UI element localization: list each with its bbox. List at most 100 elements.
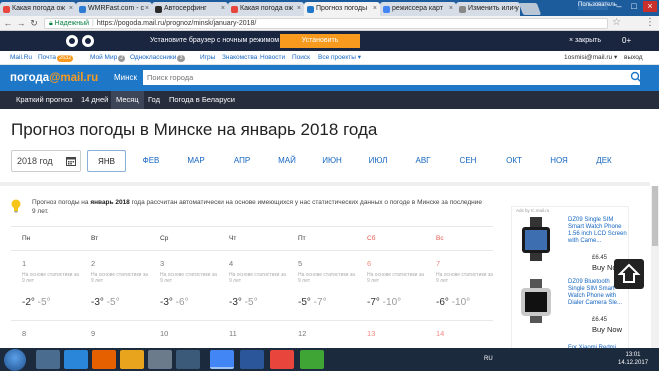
tab-close-icon[interactable]: × [373,2,377,16]
browser-tab-active[interactable]: Прогноз погоды × [304,2,380,16]
portal-link-dating[interactable]: Знакомства [222,51,257,65]
browser-user-badge[interactable]: Пользователь [578,1,617,10]
media-player-icon[interactable] [148,350,172,369]
month-tab-may[interactable]: май [269,150,305,172]
tab-close-icon[interactable]: × [69,2,73,16]
day-number: 2 [91,259,96,268]
app-icon[interactable] [270,350,294,369]
browser-tab[interactable]: Автосерфинг × [152,2,228,16]
browser-tab[interactable]: Какая погода ож × [228,2,304,16]
browser-tab[interactable]: Какая погода ож × [0,2,76,16]
day-number[interactable]: 8 [22,329,26,338]
smartwatch-image[interactable] [516,217,556,261]
day-number[interactable]: 9 [91,329,95,338]
promo-close-button[interactable]: × закрыть [569,31,601,51]
weekday-header: Пн [22,235,31,242]
portal-link-mailru[interactable]: Mail.Ru [10,51,32,65]
month-tab-aug[interactable]: авг [405,150,441,172]
folder-icon[interactable] [120,350,144,369]
day-number[interactable]: 13 [367,329,375,338]
ad-price: £6.45 [592,317,608,323]
browser-tab-strip: Какая погода ож × WMRFast.com - с × Автосе… [0,0,659,16]
internet-explorer-icon[interactable] [64,350,88,369]
back-arrow-icon[interactable]: ← [2,17,14,29]
minimize-icon[interactable]: – [612,1,626,12]
city-search-input[interactable] [143,70,640,85]
portal-link-search[interactable]: Поиск [292,51,310,65]
tab-close-icon[interactable]: × [221,2,225,16]
file-explorer-icon[interactable] [36,350,60,369]
firefox-icon[interactable] [92,350,116,369]
scroll-to-top-icon[interactable] [614,259,644,289]
month-tab-apr[interactable]: апр [224,150,260,172]
weekday-header: Ср [160,235,169,242]
browser-tab[interactable]: режиссера карт × [380,2,456,16]
app-icon[interactable] [176,350,200,369]
calendar-icon[interactable] [66,156,76,166]
month-tab-mar[interactable]: мар [178,150,214,172]
day-number[interactable]: 14 [436,329,444,338]
start-button[interactable] [4,349,26,371]
month-tab-sep[interactable]: сен [450,150,486,172]
portal-link-games[interactable]: Игры [200,51,215,65]
tab-close-icon[interactable]: × [297,2,301,16]
tab-close-icon[interactable]: × [449,2,453,16]
portal-link-mail[interactable]: Почта 2632 [38,51,74,65]
promo-banner: Установите браузер с ночным режимом Уста… [0,31,659,51]
logout-link[interactable]: выход [624,51,643,65]
weekday-header: Вт [91,235,99,242]
month-tab-nov[interactable]: ноя [541,150,577,172]
language-indicator[interactable]: RU [484,348,493,371]
tab-close-icon[interactable]: × [145,2,149,16]
subnav-year[interactable]: Год [143,91,165,109]
ad-title[interactable]: DZ09 Single SIM Smart Watch Phone 1.56 i… [568,217,628,245]
browser-tab[interactable]: WMRFast.com - с × [76,2,152,16]
chrome-icon[interactable] [210,350,234,369]
mail-count-badge: 2632 [57,55,74,62]
system-clock[interactable]: 13:01 14.12.2017 [618,351,648,367]
tab-favicon-icon [231,6,238,13]
portal-link-ok[interactable]: Одноклассники 3 [130,51,185,65]
day-note: На основе статистики за 9 лет [229,272,286,284]
month-tab-jul[interactable]: июл [360,150,396,172]
forward-arrow-icon[interactable]: → [15,17,27,29]
pogoda-logo[interactable]: погода@mail.ru [10,69,98,87]
month-tab-feb[interactable]: фев [133,150,169,172]
user-email[interactable]: 1osmisi@mail.ru ▾ [564,51,617,65]
month-tab-jan[interactable]: янв [87,150,126,172]
maximize-icon[interactable]: □ [627,1,641,12]
utorrent-icon[interactable] [300,350,324,369]
bookmark-star-icon[interactable]: ☆ [612,17,621,28]
subnav-14-days[interactable]: 14 дней [76,91,113,109]
url-field[interactable]: 🔒︎ Надежный | https://pogoda.mail.ru/progn… [44,18,608,29]
tab-close-icon[interactable]: × [513,2,517,16]
portal-link-all-projects[interactable]: Все проекты ▾ [318,51,361,65]
subnav-belarus[interactable]: Погода в Беларуси [164,91,240,109]
browser-tab[interactable]: Изменить или у × [456,2,520,16]
address-bar: ← → ↻ 🔒︎ Надежный | https://pogoda.mail.ru… [0,16,659,31]
month-tab-jun[interactable]: июн [314,150,350,172]
word-icon[interactable] [240,350,264,369]
subnav-short-forecast[interactable]: Краткий прогноз [11,91,78,109]
search-icon[interactable] [630,71,642,83]
day-number: 5 [298,259,303,268]
buy-now-link[interactable]: Buy Now [592,325,622,334]
subnav-month[interactable]: Месяц [111,91,144,109]
install-button[interactable]: Установить [280,34,360,48]
day-number[interactable]: 11 [229,329,237,338]
browser-menu-icon[interactable]: ⋮ [645,17,655,28]
smartwatch-image[interactable] [516,279,556,323]
portal-link-myworld[interactable]: Мой Мир 2 [90,51,126,65]
window-close-icon[interactable]: × [643,1,657,12]
month-tab-dec[interactable]: дек [586,150,622,172]
day-number[interactable]: 10 [160,329,168,338]
scrollbar-thumb[interactable] [652,186,658,246]
new-tab-button[interactable] [518,3,542,15]
city-name[interactable]: Минск [114,70,137,86]
month-tab-oct[interactable]: окт [496,150,532,172]
secure-label: Надежный [54,20,90,27]
day-number[interactable]: 12 [298,329,306,338]
reload-icon[interactable]: ↻ [28,17,40,29]
tab-favicon-icon [155,6,162,13]
portal-link-news[interactable]: Новости [260,51,285,65]
